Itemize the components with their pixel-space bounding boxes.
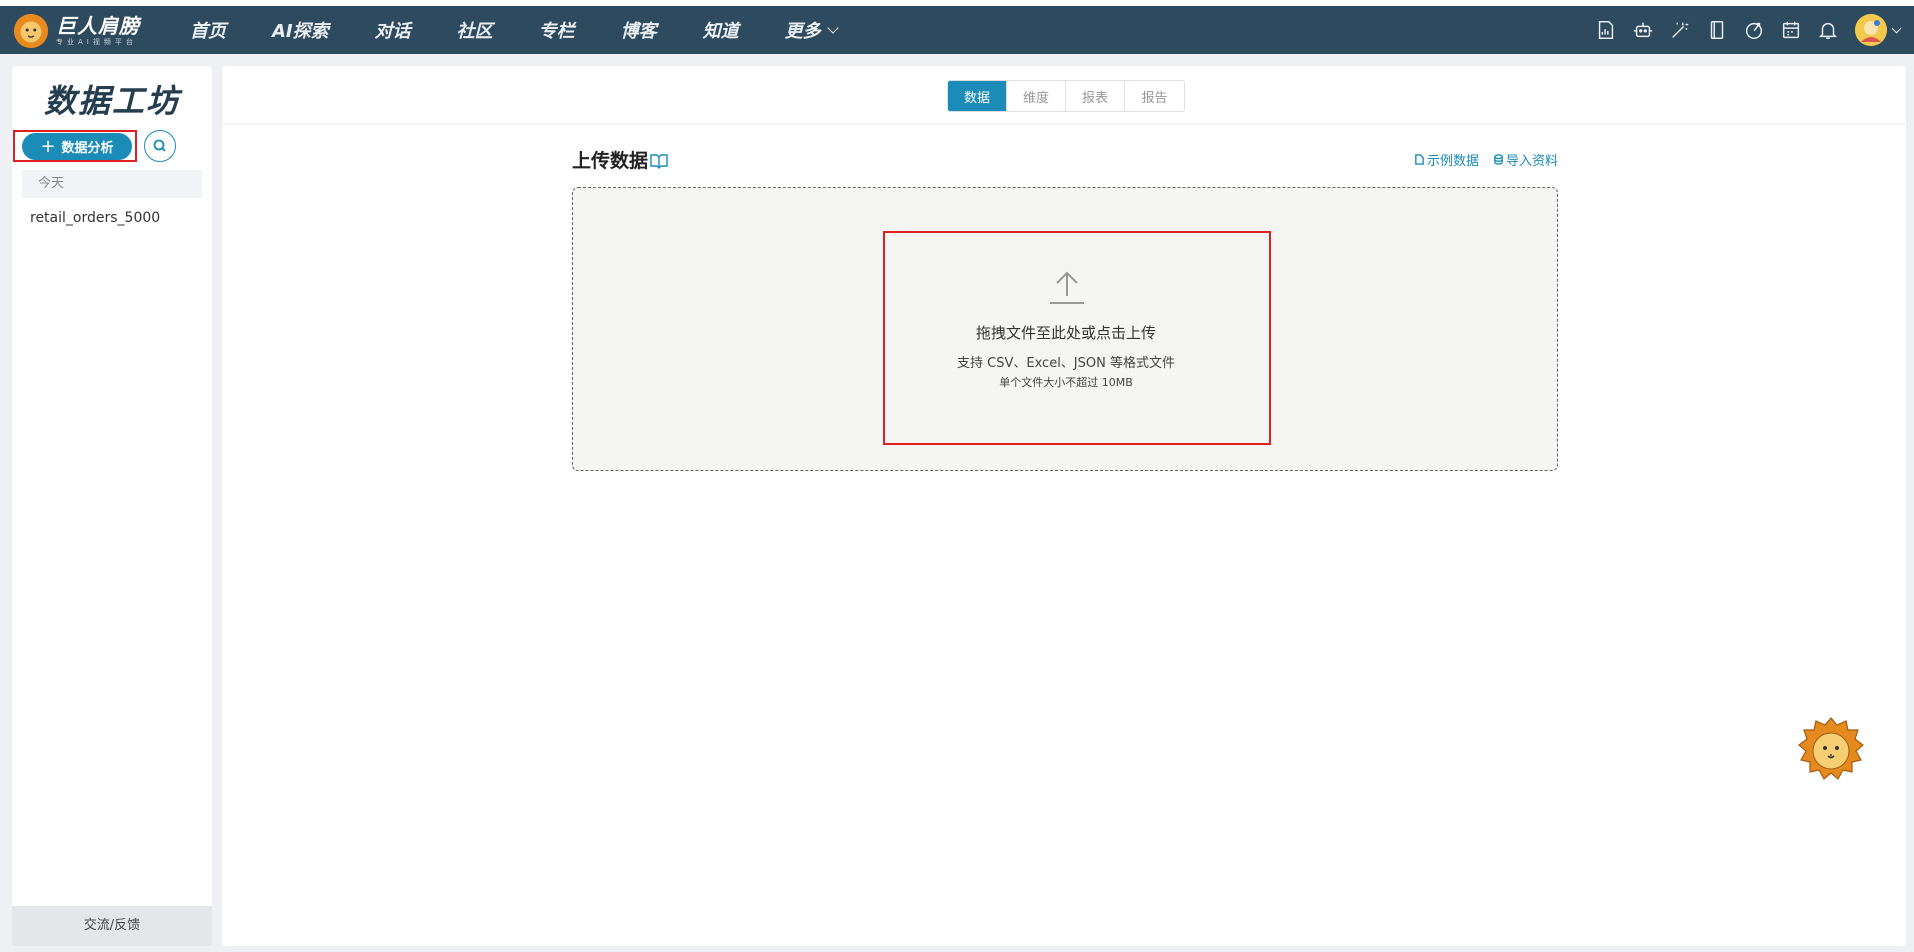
chevron-down-icon (826, 22, 839, 34)
sidebar-group-today: 今天 (22, 170, 202, 198)
import-data-label: 导入资料 (1505, 154, 1558, 169)
nav-more-label: 更多 (784, 21, 821, 42)
chevron-down-icon (1891, 23, 1902, 33)
nav-item-home[interactable]: 首页 (190, 17, 226, 43)
tab-data[interactable]: 数据 (948, 81, 1007, 111)
brand-text: 巨人肩膀 专业AI视频平台 (56, 15, 140, 47)
lion-assistant-icon[interactable] (1798, 716, 1864, 784)
bell-icon[interactable] (1815, 17, 1841, 43)
nav-icon-bar (1582, 6, 1902, 54)
avatar (1855, 14, 1887, 46)
upload-icon (1046, 265, 1088, 307)
nav-item-blog[interactable]: 博客 (621, 17, 657, 43)
nav-menu: 首页 AI探索 对话 社区 专栏 博客 知道 更多 (190, 6, 883, 54)
calendar-icon[interactable] (1778, 17, 1804, 43)
sample-data-link[interactable]: 示例数据 (1414, 150, 1479, 169)
document-icon (1415, 154, 1424, 165)
nav-item-community[interactable]: 社区 (457, 17, 493, 43)
sample-data-label: 示例数据 (1426, 154, 1479, 169)
upload-title: 上传数据 (572, 146, 668, 173)
upload-header: 上传数据 示例数据 导入资料 (572, 146, 1558, 176)
lion-logo-icon (13, 13, 49, 49)
tab-report-table[interactable]: 报表 (1066, 81, 1125, 111)
sidebar: 数据工坊 + 数据分析 今天 retail_orders_5000 交流/反馈 (12, 66, 212, 946)
new-analysis-label: 数据分析 (61, 141, 114, 156)
book-icon[interactable] (650, 152, 668, 169)
report-icon[interactable] (1593, 17, 1619, 43)
notebook-icon[interactable] (1704, 17, 1730, 43)
sidebar-title: 数据工坊 (43, 82, 180, 120)
upload-dropzone[interactable]: 拖拽文件至此处或点击上传 支持 CSV、Excel、JSON 等格式文件 单个文… (572, 187, 1558, 471)
main-panel: 数据 维度 报表 报告 上传数据 示例数据 导入资料 拖拽文件至此处或点击上传 … (222, 66, 1906, 946)
top-navbar: 巨人肩膀 专业AI视频平台 首页 AI探索 对话 社区 专栏 博客 知道 更多 (0, 6, 1914, 54)
dropzone-instruction: 拖拽文件至此处或点击上传 (975, 324, 1156, 342)
upload-title-text: 上传数据 (572, 150, 649, 172)
feedback-button[interactable]: 交流/反馈 (12, 906, 212, 946)
nav-item-chat[interactable]: 对话 (375, 17, 411, 43)
sidebar-item-retail-orders[interactable]: retail_orders_5000 (30, 210, 160, 226)
nav-item-ai-explore[interactable]: AI探索 (272, 17, 329, 43)
brand-subtitle: 专业AI视频平台 (56, 38, 137, 46)
plus-icon: + (40, 135, 56, 157)
tab-report[interactable]: 报告 (1125, 81, 1184, 111)
tab-group: 数据 维度 报表 报告 (947, 80, 1185, 112)
user-menu[interactable] (1855, 14, 1902, 46)
search-icon (153, 139, 166, 152)
database-icon (1494, 154, 1503, 165)
search-button[interactable] (144, 130, 176, 162)
upload-links: 示例数据 导入资料 (1400, 150, 1558, 169)
robot-icon[interactable] (1630, 17, 1656, 43)
rocket-icon[interactable] (1741, 17, 1767, 43)
nav-item-column[interactable]: 专栏 (539, 17, 575, 43)
dropzone-size-limit: 单个文件大小不超过 10MB (999, 376, 1133, 389)
brand-title: 巨人肩膀 (56, 14, 140, 38)
new-analysis-button[interactable]: + 数据分析 (22, 133, 132, 160)
tab-bar: 数据 维度 报表 报告 (222, 66, 1906, 124)
tab-dimension[interactable]: 维度 (1007, 81, 1066, 111)
dropzone-formats: 支持 CSV、Excel、JSON 等格式文件 (957, 356, 1175, 371)
brand-logo[interactable]: 巨人肩膀 专业AI视频平台 (12, 11, 152, 51)
nav-item-know[interactable]: 知道 (703, 17, 739, 43)
nav-item-more[interactable]: 更多 (784, 17, 839, 43)
magic-wand-icon[interactable] (1667, 17, 1693, 43)
import-data-link[interactable]: 导入资料 (1493, 150, 1558, 169)
